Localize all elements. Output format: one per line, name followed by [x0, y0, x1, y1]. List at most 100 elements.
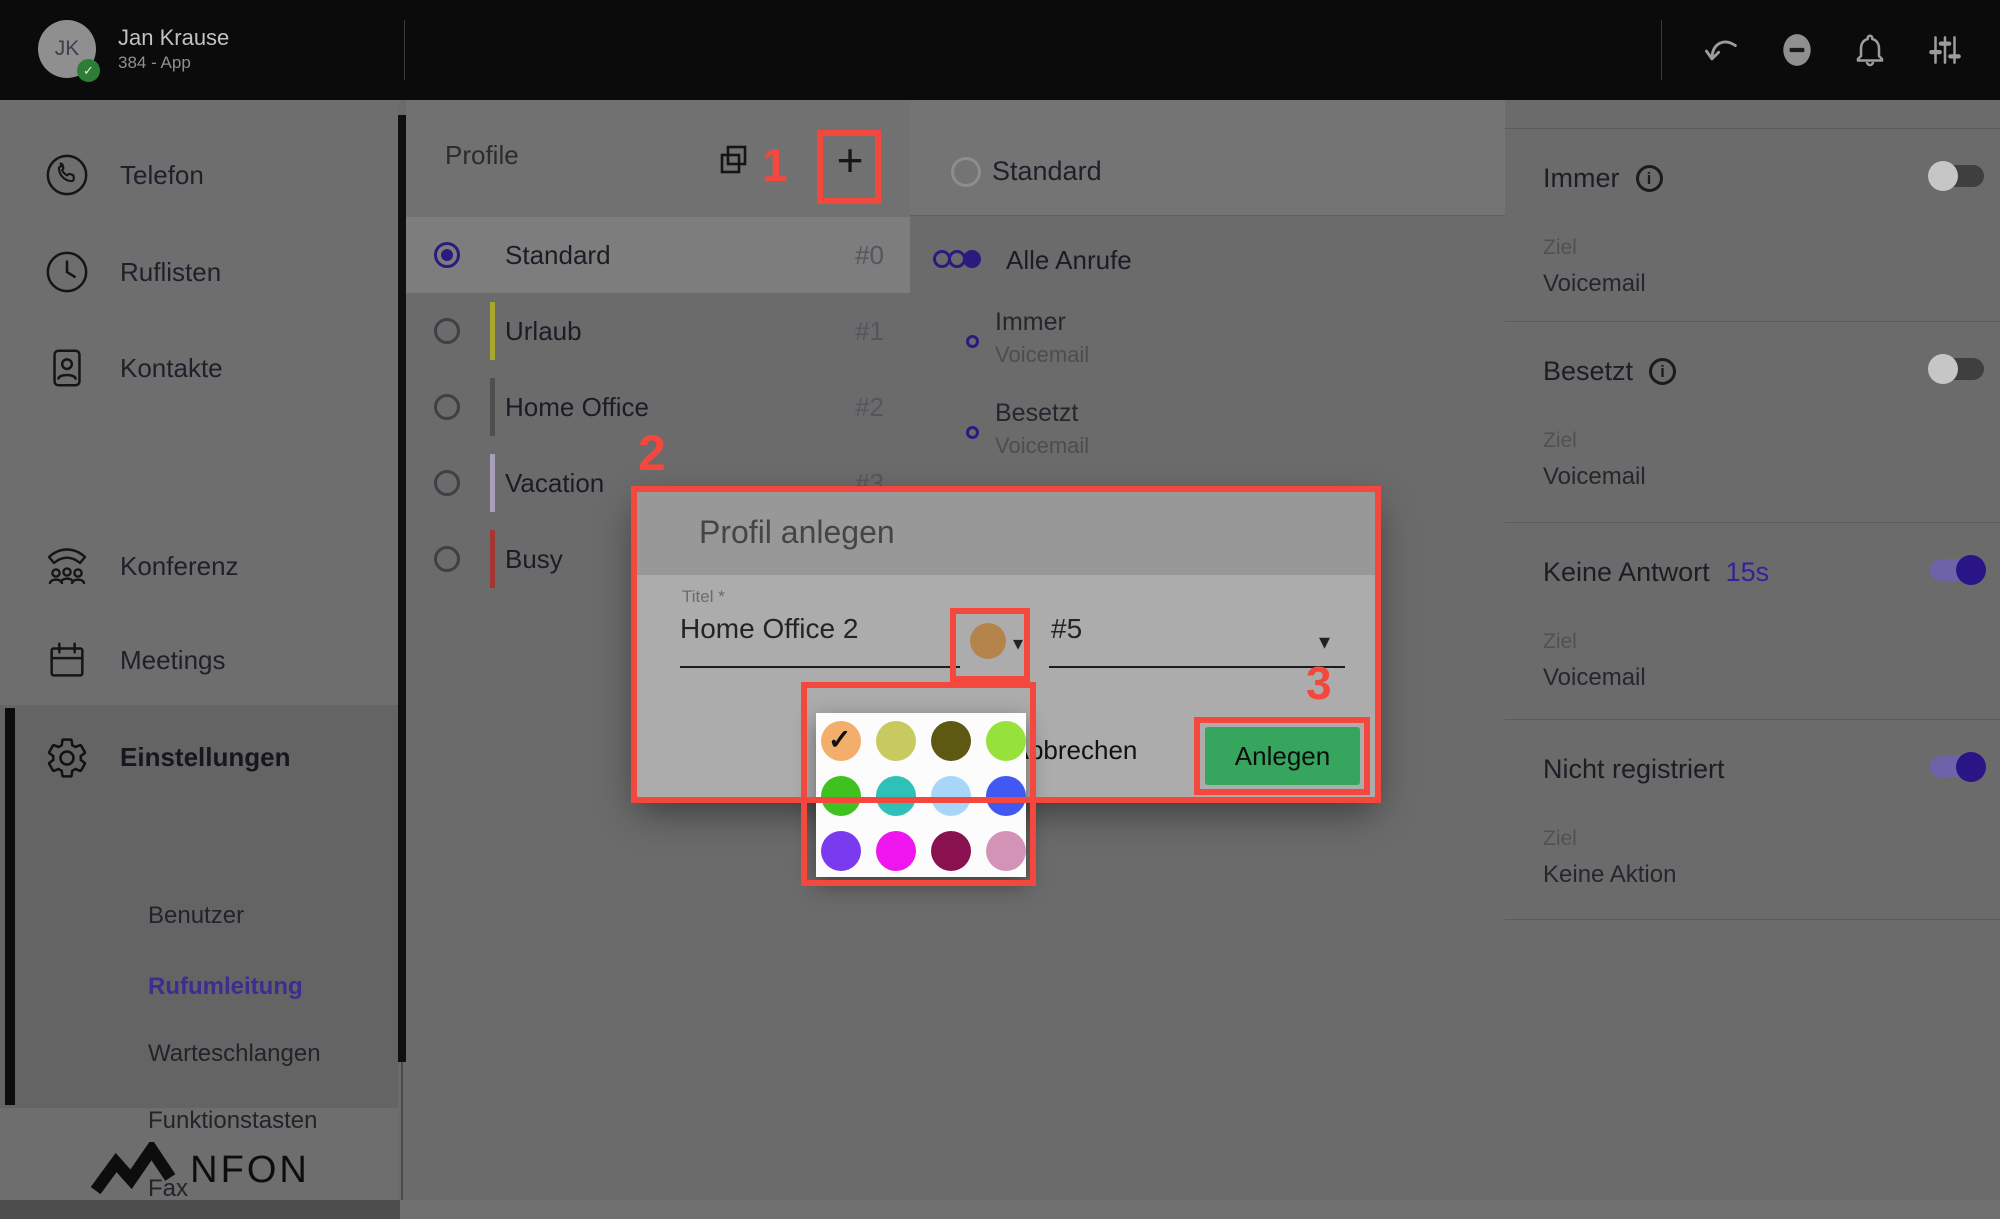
dialog-title: Profil anlegen	[699, 514, 895, 551]
palette-color[interactable]	[986, 831, 1026, 871]
sidebar-item-konferenz[interactable]: Konferenz	[0, 540, 398, 592]
rule-label: Besetzt	[1543, 356, 1633, 387]
swatch-caret-icon[interactable]: ▾	[1013, 631, 1023, 656]
palette-color[interactable]	[931, 721, 971, 761]
radio-icon[interactable]	[434, 394, 460, 420]
sliders-icon[interactable]	[1926, 31, 1964, 69]
user-name: Jan Krause	[118, 24, 229, 52]
sidebar-item-label: Ruflisten	[120, 257, 221, 288]
topbar-divider	[404, 20, 405, 80]
ziel-value[interactable]: Voicemail	[1543, 270, 1980, 298]
sidebar-item-label: Konferenz	[120, 551, 239, 582]
rule-nicht-registriert: Nicht registriert Ziel Keine Aktion	[1505, 720, 2000, 920]
palette-color[interactable]	[821, 776, 861, 816]
do-not-disturb-icon[interactable]	[1780, 31, 1814, 69]
sidebar-item-ruflisten[interactable]: Ruflisten	[0, 246, 398, 298]
profile-name: Vacation	[505, 468, 604, 499]
color-palette-popup: ✓	[816, 713, 1026, 877]
clock-icon	[42, 247, 92, 297]
ziel-label: Ziel	[1543, 827, 1980, 851]
rule-label: Nicht registriert	[1543, 754, 1725, 785]
nfon-logo-text: NFON	[190, 1149, 310, 1192]
app-window: JK ✓ Jan Krause 384 - App	[0, 0, 2000, 1219]
bullet-circle-icon	[966, 426, 979, 439]
sidebar-item-telefon[interactable]: Telefon	[0, 149, 398, 201]
title-field-label: Titel *	[682, 587, 725, 607]
palette-color[interactable]	[876, 721, 916, 761]
contact-card-icon	[42, 343, 92, 393]
user-chip[interactable]: JK ✓ Jan Krause 384 - App	[38, 20, 229, 78]
sidebar: Telefon Ruflisten Kontakte	[0, 100, 398, 1219]
profile-color-bar	[490, 530, 495, 588]
profile-row-standard[interactable]: Standard #0	[406, 217, 910, 293]
rule-keine-antwort: Keine Antwort 15s Ziel Voicemail	[1505, 523, 2000, 720]
sidebar-subitem-funktionstasten[interactable]: Funktionstasten	[148, 1107, 317, 1135]
sidebar-settings-section: Einstellungen Benutzer Rufumleitung Wart…	[0, 705, 398, 1108]
palette-color[interactable]	[986, 776, 1026, 816]
radio-icon[interactable]	[951, 157, 981, 187]
info-icon[interactable]: i	[1636, 165, 1663, 192]
info-icon[interactable]: i	[1649, 358, 1676, 385]
sidebar-subitem-warteschlangen[interactable]: Warteschlangen	[148, 1040, 321, 1068]
ziel-value[interactable]: Voicemail	[1543, 664, 1980, 692]
entry-value: Voicemail	[995, 433, 1089, 459]
phone-icon	[42, 150, 92, 200]
sidebar-divider	[401, 1062, 403, 1200]
call-redirect-icon[interactable]	[1702, 32, 1742, 68]
detail-header: Standard	[910, 100, 1505, 216]
nfon-logo-mark	[88, 1142, 176, 1198]
duplicate-profile-icon[interactable]	[712, 138, 756, 182]
radio-selected-icon[interactable]	[434, 242, 460, 268]
radio-icon[interactable]	[434, 546, 460, 572]
rule-toggle[interactable]	[1930, 358, 1984, 380]
ziel-value[interactable]: Voicemail	[1543, 463, 1980, 491]
input-underline	[680, 666, 960, 668]
palette-color[interactable]	[876, 776, 916, 816]
avatar: JK ✓	[38, 20, 96, 78]
sidebar-item-meetings[interactable]: Meetings	[0, 634, 398, 686]
ziel-value[interactable]: Keine Aktion	[1543, 861, 1980, 889]
timeout-badge[interactable]: 15s	[1726, 557, 1770, 588]
sidebar-item-label: Meetings	[120, 645, 226, 676]
sidebar-item-label: Telefon	[120, 160, 204, 191]
palette-color[interactable]	[931, 776, 971, 816]
sidebar-item-label: Kontakte	[120, 353, 223, 384]
profile-name: Home Office	[505, 392, 649, 423]
sidebar-subitem-rufumleitung[interactable]: Rufumleitung	[148, 973, 303, 1001]
radio-icon[interactable]	[434, 318, 460, 344]
bullet-circle-icon	[966, 335, 979, 348]
topbar: JK ✓ Jan Krause 384 - App	[0, 0, 2000, 100]
user-extension: 384 - App	[118, 52, 229, 74]
title-input[interactable]: Home Office 2	[680, 613, 858, 645]
rule-toggle[interactable]	[1930, 756, 1984, 778]
entry-label: Immer	[995, 308, 1066, 337]
notifications-bell-icon[interactable]	[1852, 31, 1888, 69]
palette-color-selected[interactable]: ✓	[821, 721, 861, 761]
rule-label: Immer	[1543, 163, 1620, 194]
radio-icon[interactable]	[434, 470, 460, 496]
profile-row-home-office[interactable]: Home Office #2	[406, 369, 910, 445]
sidebar-subitem-benutzer[interactable]: Benutzer	[148, 902, 244, 930]
add-profile-button[interactable]: +	[824, 134, 876, 186]
topbar-actions	[1702, 0, 1964, 100]
color-swatch-button[interactable]	[970, 623, 1006, 659]
sidebar-item-einstellungen[interactable]: Einstellungen	[0, 733, 398, 783]
sidebar-item-kontakte[interactable]: Kontakte	[0, 342, 398, 394]
rule-toggle[interactable]	[1930, 559, 1984, 581]
palette-color[interactable]	[821, 831, 861, 871]
check-icon: ✓	[828, 723, 851, 756]
palette-color[interactable]	[876, 831, 916, 871]
rule-label: Keine Antwort	[1543, 557, 1710, 588]
sidebar-scrollbar[interactable]	[398, 115, 406, 1062]
profile-number-select[interactable]: #5	[1051, 613, 1082, 645]
rule-toggle[interactable]	[1930, 165, 1984, 187]
entry-label: Besetzt	[995, 399, 1078, 428]
palette-color[interactable]	[931, 831, 971, 871]
profile-row-urlaub[interactable]: Urlaub #1	[406, 293, 910, 369]
detail-title: Standard	[992, 156, 1102, 187]
all-calls-label[interactable]: Alle Anrufe	[1006, 245, 1132, 276]
select-caret-icon[interactable]: ▾	[1319, 629, 1330, 655]
palette-color[interactable]	[986, 721, 1026, 761]
sidebar-item-label: Einstellungen	[120, 742, 290, 773]
create-button[interactable]: Anlegen	[1205, 727, 1360, 785]
